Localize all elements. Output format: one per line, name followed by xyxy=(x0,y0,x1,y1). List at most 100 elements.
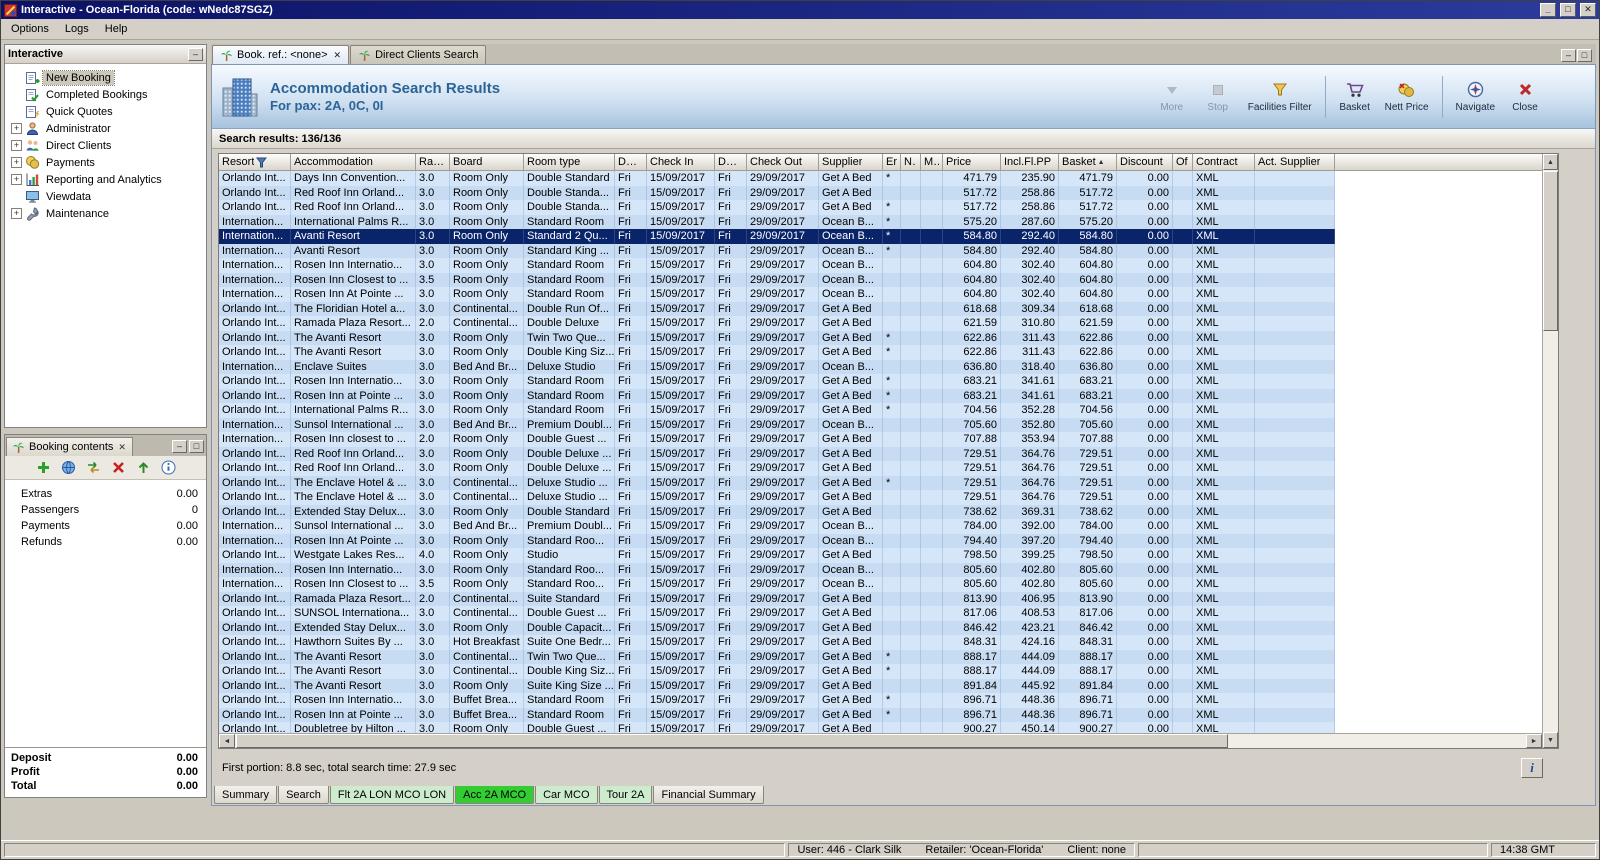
table-row[interactable]: Internation... International Palms R... 3.… xyxy=(219,214,1542,229)
tabbar-restore-button[interactable]: □ xyxy=(1577,49,1592,62)
table-row[interactable]: Orlando Int... Extended Stay Delux... 3.0 R… xyxy=(219,620,1542,635)
column-header-nr[interactable]: NR xyxy=(901,154,921,171)
table-row[interactable]: Orlando Int... Rosen Inn at Pointe ... 3.0… xyxy=(219,707,1542,722)
table-row[interactable]: Internation... Rosen Inn closest to ... 2.… xyxy=(219,432,1542,447)
table-row[interactable]: Orlando Int... The Floridian Hotel a... 3.… xyxy=(219,301,1542,316)
column-header-rating[interactable]: Rati... xyxy=(416,154,450,171)
table-row[interactable]: Internation... Rosen Inn Closest to ... 3.… xyxy=(219,577,1542,592)
sidebar-item-quick-quotes[interactable]: Quick Quotes xyxy=(7,103,204,120)
filter-funnel-icon[interactable] xyxy=(256,157,268,168)
column-header-discount[interactable]: Discount xyxy=(1117,154,1173,171)
scroll-down-icon[interactable]: ▼ xyxy=(1543,732,1558,748)
column-header-check_in[interactable]: Check In xyxy=(647,154,715,171)
transfer-icon[interactable] xyxy=(85,459,102,476)
table-row[interactable]: Orlando Int... Rosen Inn Internatio... 3.0… xyxy=(219,693,1542,708)
table-row[interactable]: Internation... Rosen Inn At Pointe ... 3.0… xyxy=(219,533,1542,548)
column-header-incl_fl_pp[interactable]: Incl.Fl.PP xyxy=(1001,154,1059,171)
horizontal-scrollbar[interactable]: ◄ ► xyxy=(219,733,1542,748)
sidebar-item-viewdata[interactable]: Viewdata xyxy=(7,188,204,205)
table-row[interactable]: Internation... Rosen Inn Closest to ... 3.… xyxy=(219,272,1542,287)
column-header-act_supplier[interactable]: Act. Supplier xyxy=(1255,154,1335,171)
table-row[interactable]: Orlando Int... The Avanti Resort 3.0 Room O… xyxy=(219,345,1542,360)
vertical-scrollbar[interactable]: ▲ ▼ xyxy=(1542,154,1558,748)
panel-float-button[interactable]: □ xyxy=(189,440,204,453)
scroll-left-icon[interactable]: ◄ xyxy=(219,734,235,748)
bottom-tab-summary[interactable]: Summary xyxy=(214,786,278,804)
expand-icon[interactable]: + xyxy=(11,208,22,219)
column-header-contract[interactable]: Contract xyxy=(1193,154,1255,171)
column-header-room_type[interactable]: Room type xyxy=(524,154,615,171)
bottom-tab-flt-2a-lon-mco-lon[interactable]: Flt 2A LON MCO LON xyxy=(329,786,455,804)
table-row[interactable]: Orlando Int... Days Inn Convention... 3.0 R… xyxy=(219,171,1542,186)
sidebar-item-completed-bookings[interactable]: Completed Bookings xyxy=(7,86,204,103)
sidebar-item-reporting-and-analytics[interactable]: + Reporting and Analytics xyxy=(7,171,204,188)
info-button[interactable]: i xyxy=(1521,757,1543,778)
table-row[interactable]: Orlando Int... Red Roof Inn Orland... 3.0 R… xyxy=(219,200,1542,215)
expand-icon[interactable]: + xyxy=(11,140,22,151)
bottom-tab-tour-2a[interactable]: Tour 2A xyxy=(598,786,653,804)
table-row[interactable]: Orlando Int... Ramada Plaza Resort... 2.0 C… xyxy=(219,591,1542,606)
table-row[interactable]: Orlando Int... Rosen Inn Internatio... 3.0… xyxy=(219,374,1542,389)
sidebar-item-maintenance[interactable]: + Maintenance xyxy=(7,205,204,222)
table-row[interactable]: Orlando Int... Extended Stay Delux... 3.0 R… xyxy=(219,504,1542,519)
menu-item-help[interactable]: Help xyxy=(97,20,136,38)
expand-icon[interactable]: + xyxy=(11,157,22,168)
table-row[interactable]: Internation... Avanti Resort 3.0 Room Only S… xyxy=(219,229,1542,244)
table-row[interactable]: Internation... Rosen Inn Internatio... 3.0… xyxy=(219,258,1542,273)
toolbar-button-facilities-filter[interactable]: Facilities Filter xyxy=(1242,78,1318,116)
table-row[interactable]: Orlando Int... The Avanti Resort 3.0 Contin… xyxy=(219,649,1542,664)
toolbar-button-basket[interactable]: Basket xyxy=(1333,78,1377,116)
expand-icon[interactable]: + xyxy=(11,123,22,134)
column-header-accommodation[interactable]: Accommodation xyxy=(291,154,416,171)
menu-item-options[interactable]: Options xyxy=(3,20,57,38)
tabbar-minimize-button[interactable]: – xyxy=(1561,49,1576,62)
table-row[interactable]: Orlando Int... The Enclave Hotel & ... 3.0… xyxy=(219,490,1542,505)
column-header-of[interactable]: Of xyxy=(1173,154,1193,171)
table-row[interactable]: Orlando Int... The Avanti Resort 3.0 Room O… xyxy=(219,678,1542,693)
column-header-dow_out[interactable]: DOW xyxy=(715,154,747,171)
close-panel-icon[interactable]: ✕ xyxy=(117,442,127,453)
booking-contents-tab[interactable]: Booking contents ✕ xyxy=(6,437,133,456)
table-row[interactable]: Orlando Int... Red Roof Inn Orland... 3.0 R… xyxy=(219,185,1542,200)
table-row[interactable]: Orlando Int... Westgate Lakes Res... 4.0 Ro… xyxy=(219,548,1542,563)
document-tab-book-ref-none[interactable]: Book. ref.: <none> ✕ xyxy=(212,45,350,64)
table-row[interactable]: Internation... Rosen Inn At Pointe ... 3.0… xyxy=(219,287,1542,302)
column-header-ms[interactable]: MS xyxy=(921,154,943,171)
toolbar-button-close[interactable]: Close xyxy=(1503,78,1547,116)
booking-row-refunds[interactable]: Refunds 0.00 xyxy=(5,534,206,550)
toolbar-button-more[interactable]: More xyxy=(1150,78,1194,116)
booking-row-extras[interactable]: Extras 0.00 xyxy=(5,486,206,502)
column-header-dow_in[interactable]: DOW xyxy=(615,154,647,171)
delete-icon[interactable] xyxy=(110,459,127,476)
bottom-tab-financial-summary[interactable]: Financial Summary xyxy=(653,786,764,804)
table-row[interactable]: Orlando Int... Ramada Plaza Resort... 2.0 C… xyxy=(219,316,1542,331)
table-row[interactable]: Internation... Sunsol International ... 3.… xyxy=(219,417,1542,432)
tab-close-icon[interactable]: ✕ xyxy=(334,50,342,61)
vertical-scroll-thumb[interactable] xyxy=(1543,171,1558,331)
toolbar-button-nett-price[interactable]: Nett Price xyxy=(1379,78,1435,116)
table-row[interactable]: Orlando Int... The Enclave Hotel & ... 3.0… xyxy=(219,475,1542,490)
column-header-board[interactable]: Board xyxy=(450,154,524,171)
world-search-icon[interactable] xyxy=(60,459,77,476)
table-row[interactable]: Internation... Sunsol International ... 3.… xyxy=(219,519,1542,534)
table-row[interactable]: Orlando Int... Red Roof Inn Orland... 3.0 R… xyxy=(219,461,1542,476)
table-row[interactable]: Orlando Int... SUNSOL Internationa... 3.0 C… xyxy=(219,606,1542,621)
sidebar-item-new-booking[interactable]: New Booking xyxy=(7,69,204,86)
table-row[interactable]: Orlando Int... Rosen Inn at Pointe ... 3.0… xyxy=(219,388,1542,403)
column-header-price[interactable]: Price xyxy=(943,154,1001,171)
info-icon[interactable] xyxy=(160,459,177,476)
minimize-button[interactable]: _ xyxy=(1540,3,1556,17)
horizontal-scroll-thumb[interactable] xyxy=(236,734,1229,748)
scroll-up-icon[interactable]: ▲ xyxy=(1543,154,1558,170)
sidebar-item-direct-clients[interactable]: + Direct Clients xyxy=(7,137,204,154)
table-row[interactable]: Orlando Int... International Palms R... 3.… xyxy=(219,403,1542,418)
table-row[interactable]: Orlando Int... Doubletree by Hilton ... 3.… xyxy=(219,722,1542,733)
column-header-er[interactable]: Er xyxy=(883,154,901,171)
table-row[interactable]: Orlando Int... Hawthorn Suites By ... 3.0 H… xyxy=(219,635,1542,650)
table-row[interactable]: Internation... Avanti Resort 3.0 Room Only S… xyxy=(219,243,1542,258)
column-header-check_out[interactable]: Check Out xyxy=(747,154,819,171)
export-icon[interactable] xyxy=(135,459,152,476)
toolbar-button-navigate[interactable]: Navigate xyxy=(1450,78,1501,116)
table-row[interactable]: Internation... Enclave Suites 3.0 Bed And B… xyxy=(219,359,1542,374)
booking-row-passengers[interactable]: Passengers 0 xyxy=(5,502,206,518)
